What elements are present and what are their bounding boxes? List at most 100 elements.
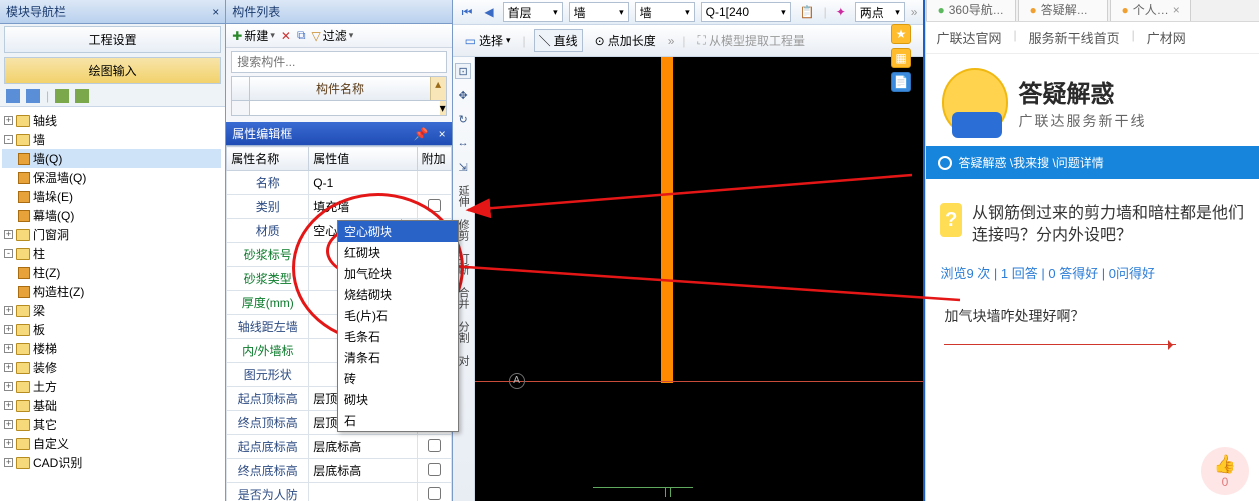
dropdown-option[interactable]: 毛(片)石 bbox=[338, 305, 458, 326]
tree-item[interactable]: +自定义 bbox=[2, 434, 221, 453]
draw-more-icon[interactable]: » bbox=[668, 34, 675, 48]
expand-icon[interactable]: + bbox=[4, 382, 13, 391]
dropdown-option[interactable]: 砌块 bbox=[338, 389, 458, 410]
material-dropdown[interactable]: 空心砌块红砌块加气砼块烧结砌块毛(片)石毛条石清条石砖砌块石 bbox=[337, 220, 459, 432]
tree-item[interactable]: +楼梯 bbox=[2, 339, 221, 358]
expand-icon[interactable]: - bbox=[4, 135, 13, 144]
prop-extra-checkbox[interactable] bbox=[428, 199, 441, 212]
nav-tool-3-icon[interactable] bbox=[55, 89, 69, 103]
expand-icon[interactable]: + bbox=[4, 306, 13, 315]
browser-tab[interactable]: ●360导航_新一…× bbox=[926, 0, 1016, 21]
side-btn-square-icon[interactable]: ▦ bbox=[891, 48, 911, 68]
side-btn-doc-icon[interactable]: 📄 bbox=[891, 72, 911, 92]
prop-value-cell[interactable] bbox=[309, 435, 417, 459]
nav-tool-4-icon[interactable] bbox=[75, 89, 89, 103]
pin-icon[interactable]: 📌 bbox=[414, 127, 429, 141]
dropdown-option[interactable]: 清条石 bbox=[338, 347, 458, 368]
tree-item[interactable]: +基础 bbox=[2, 396, 221, 415]
prop-icon[interactable]: 📋 bbox=[797, 4, 818, 20]
nav-close-icon[interactable]: × bbox=[212, 5, 219, 19]
side-tool-more-icon[interactable]: ⇲ bbox=[455, 159, 471, 175]
link-official[interactable]: 广联达官网 bbox=[936, 28, 1001, 47]
toolbar-more-icon[interactable]: » bbox=[911, 5, 918, 19]
tree-item[interactable]: 墙垛(E) bbox=[2, 187, 221, 206]
property-close-icon[interactable]: × bbox=[439, 127, 446, 141]
tree-item[interactable]: -墙 bbox=[2, 130, 221, 149]
tree-item[interactable]: +CAD识别 bbox=[2, 453, 221, 472]
copy-icon[interactable]: ⧉ bbox=[297, 28, 306, 43]
tree-item[interactable]: 墙(Q) bbox=[2, 149, 221, 168]
browser-tab[interactable]: ●个人…× bbox=[1110, 0, 1190, 21]
extract-button[interactable]: ⛶从模型提取工程量 bbox=[694, 30, 809, 51]
tree-item[interactable]: +土方 bbox=[2, 377, 221, 396]
expand-icon[interactable]: + bbox=[4, 420, 13, 429]
tab-close-icon[interactable]: × bbox=[1173, 3, 1180, 17]
tree-item[interactable]: 构造柱(Z) bbox=[2, 282, 221, 301]
mode-icon[interactable]: ✦ bbox=[833, 4, 849, 20]
new-button[interactable]: ✚新建▾ bbox=[232, 27, 275, 44]
project-settings-button[interactable]: 工程设置 bbox=[4, 26, 221, 53]
browser-tab[interactable]: ●答疑解惑_广联…× bbox=[1018, 0, 1108, 21]
side-tool-mirror-icon[interactable]: ↔ bbox=[455, 135, 471, 151]
prop-extra-cell[interactable] bbox=[417, 483, 451, 501]
grid-scroll-down-icon[interactable]: ▾ bbox=[440, 101, 446, 115]
prop-extra-checkbox[interactable] bbox=[428, 439, 441, 452]
prop-value-input[interactable] bbox=[313, 439, 412, 453]
dropdown-option[interactable]: 毛条石 bbox=[338, 326, 458, 347]
filter-button[interactable]: ▽过滤▾ bbox=[312, 27, 354, 44]
select-button[interactable]: ▭选择▾ bbox=[461, 30, 515, 51]
dropdown-option[interactable]: 加气砼块 bbox=[338, 263, 458, 284]
expand-icon[interactable]: + bbox=[4, 230, 13, 239]
tree-item[interactable]: +板 bbox=[2, 320, 221, 339]
tree-item[interactable]: +其它 bbox=[2, 415, 221, 434]
draw-input-button[interactable]: 绘图输入 bbox=[4, 57, 221, 84]
wall-element-right[interactable] bbox=[667, 57, 673, 383]
dropdown-option[interactable]: 空心砌块 bbox=[338, 221, 458, 242]
prop-value-cell[interactable] bbox=[309, 171, 417, 195]
category2-select[interactable]: 墙▾ bbox=[635, 2, 695, 22]
tree-item[interactable]: 幕墙(Q) bbox=[2, 206, 221, 225]
tree-item[interactable]: +装修 bbox=[2, 358, 221, 377]
prop-value-cell[interactable] bbox=[309, 195, 417, 219]
floor-select[interactable]: 首层▾ bbox=[503, 2, 563, 22]
dropdown-option[interactable]: 砖 bbox=[338, 368, 458, 389]
prop-value-cell[interactable] bbox=[309, 483, 417, 501]
drawing-viewport[interactable]: A bbox=[475, 57, 924, 501]
side-tool-pan-icon[interactable]: ✥ bbox=[455, 87, 471, 103]
prop-extra-cell[interactable] bbox=[417, 171, 451, 195]
like-button[interactable]: 👍 0 bbox=[1201, 447, 1249, 495]
dropdown-option[interactable]: 红砌块 bbox=[338, 242, 458, 263]
dropdown-option[interactable]: 烧结砌块 bbox=[338, 284, 458, 305]
side-tool-label[interactable]: 延伸 bbox=[455, 185, 471, 207]
expand-icon[interactable]: + bbox=[4, 325, 13, 334]
nav-tool-2-icon[interactable] bbox=[26, 89, 40, 103]
link-service[interactable]: 服务新干线首页 bbox=[1029, 28, 1120, 47]
side-tool-rotate-icon[interactable]: ↻ bbox=[455, 111, 471, 127]
prop-value-input[interactable] bbox=[313, 199, 412, 213]
expand-icon[interactable]: - bbox=[4, 249, 13, 258]
question-card[interactable]: ? 从钢筋倒过来的剪力墙和暗柱都是他们连接吗？分内外设吧？ bbox=[940, 203, 1245, 247]
dropdown-option[interactable]: 石 bbox=[338, 410, 458, 431]
expand-icon[interactable]: + bbox=[4, 363, 13, 372]
tree-item[interactable]: 柱(Z) bbox=[2, 263, 221, 282]
nav-tool-1-icon[interactable] bbox=[6, 89, 20, 103]
prop-value-input[interactable] bbox=[313, 176, 412, 190]
side-btn-star-icon[interactable]: ★ bbox=[891, 24, 911, 44]
category1-select[interactable]: 墙▾ bbox=[569, 2, 629, 22]
expand-icon[interactable]: + bbox=[4, 344, 13, 353]
link-material[interactable]: 广材网 bbox=[1147, 28, 1186, 47]
prop-value-input[interactable] bbox=[313, 463, 412, 477]
prop-extra-checkbox[interactable] bbox=[428, 487, 441, 500]
breadcrumb[interactable]: 答疑解惑 \我来搜 \问题详情 bbox=[926, 146, 1259, 179]
delete-icon[interactable]: ✕ bbox=[281, 29, 291, 43]
grid-scroll-up-icon[interactable]: ▴ bbox=[430, 77, 446, 100]
tree-item[interactable]: 保温墙(Q) bbox=[2, 168, 221, 187]
prop-extra-cell[interactable] bbox=[417, 435, 451, 459]
prop-value-input[interactable] bbox=[313, 488, 412, 501]
nav-tree[interactable]: +轴线-墙墙(Q)保温墙(Q)墙垛(E)幕墙(Q)+门窗洞-柱柱(Z)构造柱(Z… bbox=[0, 107, 225, 501]
search-input[interactable] bbox=[231, 51, 446, 73]
expand-icon[interactable]: + bbox=[4, 401, 13, 410]
side-tool-zoom-icon[interactable]: ⊡ bbox=[455, 63, 471, 79]
expand-icon[interactable]: + bbox=[4, 116, 13, 125]
floor-nav-first-icon[interactable]: ⏮ bbox=[459, 4, 476, 21]
